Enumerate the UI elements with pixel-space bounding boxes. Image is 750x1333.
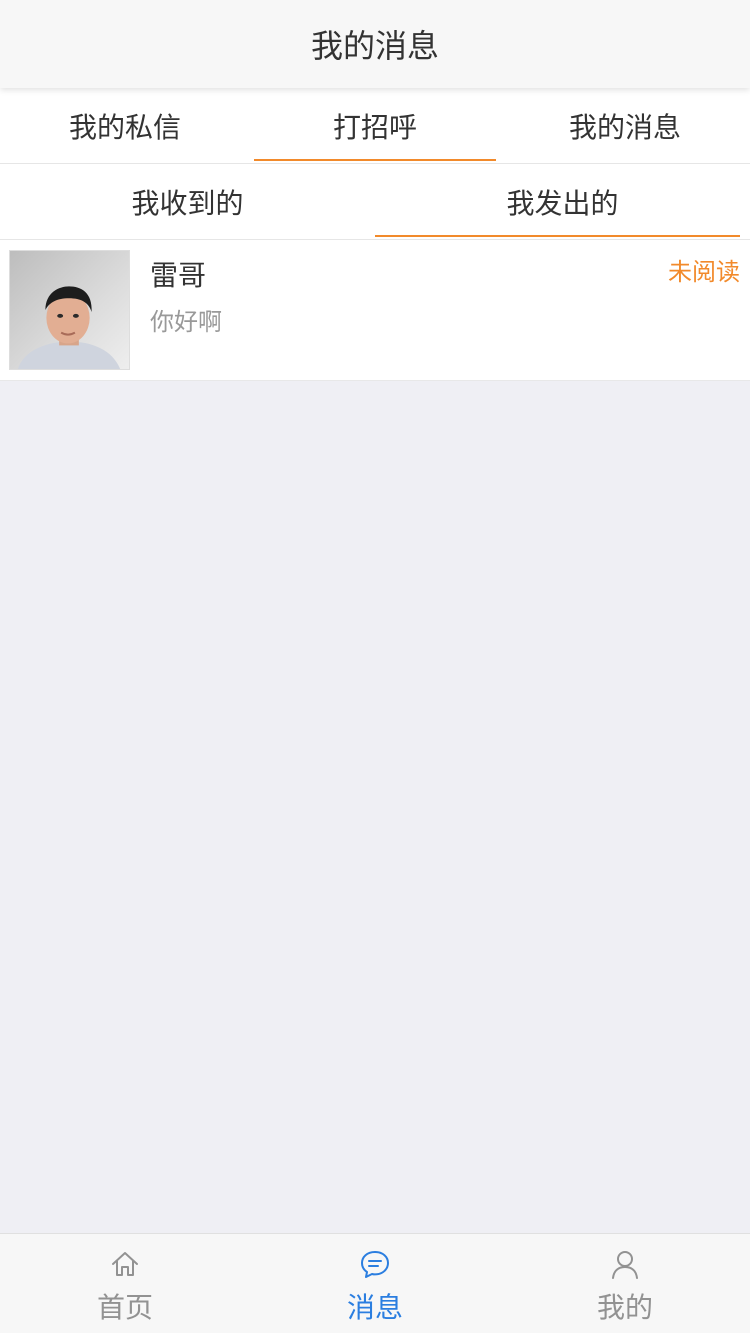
person-photo — [10, 251, 129, 369]
user-icon — [612, 1251, 638, 1279]
tab-greetings[interactable]: 打招呼 — [250, 88, 500, 163]
avatar — [9, 250, 130, 370]
secondary-tabs: 我收到的 我发出的 — [0, 164, 750, 240]
tab-private-messages[interactable]: 我的私信 — [0, 88, 250, 163]
tab-my-messages[interactable]: 我的消息 — [500, 88, 750, 163]
status-badge: 未阅读 — [668, 258, 740, 286]
page-title: 我的消息 — [310, 27, 439, 65]
tab-label: 我的私信 — [68, 110, 181, 144]
home-icon — [112, 1252, 138, 1276]
tab-received[interactable]: 我收到的 — [0, 164, 375, 239]
tabbar-label: 首页 — [96, 1291, 153, 1324]
tabbar-item-home[interactable]: 首页 — [0, 1234, 250, 1333]
tabbar-label: 消息 — [346, 1291, 403, 1324]
message-icon — [361, 1251, 389, 1278]
nav-bar: 我的消息 — [0, 0, 750, 88]
tab-label: 我发出的 — [506, 186, 619, 220]
tabbar-label: 我的 — [596, 1291, 653, 1324]
tabbar-item-messages[interactable]: 消息 — [250, 1234, 500, 1333]
tab-sent[interactable]: 我发出的 — [375, 164, 750, 239]
bottom-tab-bar: 首页 消息 我的 — [0, 1233, 750, 1333]
tab-label: 打招呼 — [332, 110, 417, 144]
message-list: 雷哥 你好啊 未阅读 — [0, 240, 750, 381]
list-item[interactable]: 雷哥 你好啊 未阅读 — [0, 240, 750, 381]
tab-label: 我的消息 — [568, 110, 681, 144]
primary-tabs: 我的私信 打招呼 我的消息 — [0, 88, 750, 164]
sender-name: 雷哥 — [150, 259, 207, 292]
tabbar-item-profile[interactable]: 我的 — [500, 1234, 750, 1333]
message-preview: 你好啊 — [150, 308, 222, 336]
tab-label: 我收到的 — [131, 186, 244, 220]
